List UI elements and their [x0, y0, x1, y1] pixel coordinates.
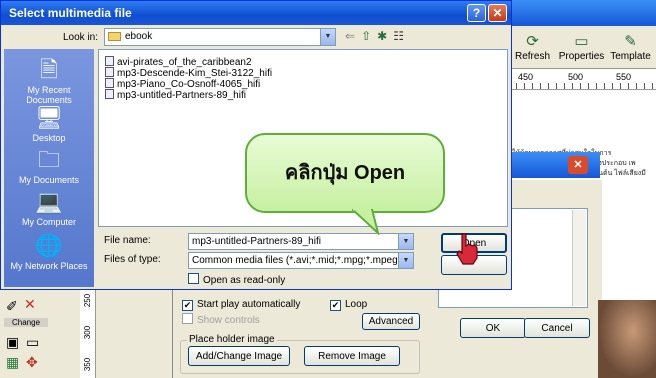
grid-icon[interactable]: ▦ — [6, 354, 19, 371]
file-name-field[interactable]: mp3-untitled-Partners-89_hifi ▼ — [188, 233, 414, 250]
properties-label: Properties — [558, 50, 605, 62]
chevron-down-icon[interactable]: ▼ — [398, 234, 413, 249]
files-of-type-select[interactable]: Common media files (*.avi;*.mid;*.mpg;*.… — [188, 252, 414, 269]
loop-label: Loop — [345, 299, 368, 310]
place-desktop[interactable]: 🖥 Desktop — [4, 105, 94, 143]
delete-icon[interactable]: ✕ — [24, 296, 36, 313]
up-folder-icon[interactable]: ⇧ — [361, 29, 371, 43]
ruler-mark: 300 — [83, 325, 93, 340]
readonly-checkbox[interactable] — [188, 273, 199, 284]
look-in-value: ebook — [125, 31, 153, 42]
network-places-icon: 🌐 — [35, 233, 63, 258]
palette-label: Change — [4, 318, 49, 327]
show-controls-checkbox[interactable] — [182, 313, 193, 324]
start-play-option[interactable]: ✔ Start play automatically — [182, 299, 300, 311]
template-icon: ✎ — [624, 32, 637, 50]
new-folder-icon[interactable]: ✱ — [377, 29, 387, 43]
place-label: My Network Places — [10, 261, 88, 271]
places-bar: 🗎 My Recent Documents 🖥 Desktop 🗀 My Docume… — [4, 49, 94, 287]
chevron-down-icon[interactable]: ▼ — [320, 29, 335, 45]
nav-toolbar: ⇐ ⇧ ✱ ☷ — [345, 29, 404, 43]
file-name: mp3-untitled-Partners-89_hifi — [117, 90, 246, 101]
close-icon[interactable]: ✕ — [488, 4, 507, 22]
horizontal-ruler: 450 500 550 — [508, 68, 656, 90]
ruler-mark: 500 — [568, 72, 584, 82]
line-icon[interactable]: ▭ — [26, 334, 39, 351]
advanced-button[interactable]: Advanced — [362, 313, 420, 330]
place-label: My Recent Documents — [26, 85, 72, 105]
media-file-icon — [105, 56, 114, 66]
views-icon[interactable]: ☷ — [393, 29, 404, 43]
my-computer-icon: 💻 — [35, 189, 63, 214]
place-label: My Documents — [18, 175, 80, 185]
shape-icon[interactable]: ▣ — [6, 334, 19, 351]
callout-tail — [352, 209, 380, 235]
my-documents-icon: 🗀 — [37, 147, 60, 172]
template-label: Template — [610, 50, 651, 62]
place-label: Desktop — [32, 133, 66, 143]
hand-cursor-icon — [456, 233, 478, 265]
refresh-label: Refresh — [514, 50, 550, 62]
back-icon[interactable]: ⇐ — [345, 29, 355, 43]
ruler-mark: 350 — [83, 357, 93, 372]
place-label: My Computer — [21, 217, 76, 227]
place-my-documents[interactable]: 🗀 My Documents — [4, 147, 94, 185]
show-controls-label: Show controls — [197, 315, 260, 326]
move-icon[interactable]: ✥ — [26, 354, 38, 371]
remove-image-button[interactable]: Remove Image — [304, 346, 400, 366]
vertical-ruler: 250 300 350 — [80, 288, 96, 378]
ok-button[interactable]: OK — [460, 318, 526, 338]
refresh-button[interactable]: ⟳ Refresh — [508, 26, 557, 68]
file-name-value: mp3-untitled-Partners-89_hifi — [192, 236, 321, 247]
files-of-type-value: Common media files (*.avi;*.mid;*.mpg;*.… — [192, 255, 408, 266]
ruler-mark: 450 — [518, 72, 534, 82]
template-button[interactable]: ✎ Template — [606, 26, 655, 68]
files-of-type-label: Files of type: — [104, 254, 161, 265]
help-icon[interactable]: ? — [467, 4, 486, 22]
open-readonly-option[interactable]: Open as read-only — [188, 273, 285, 286]
dialog-title: Select multimedia file — [1, 1, 511, 25]
media-list-scrollbar[interactable] — [572, 210, 586, 306]
hand-photo — [598, 300, 656, 378]
pen-icon[interactable]: ✐ — [6, 298, 18, 315]
properties-icon: ▭ — [574, 32, 589, 50]
list-item[interactable]: mp3-untitled-Partners-89_hifi — [105, 89, 246, 101]
loop-option[interactable]: ✔ Loop — [330, 299, 367, 311]
instruction-callout: คลิกปุ่ม Open — [245, 133, 445, 213]
desktop-icon: 🖥 — [35, 105, 63, 130]
tools-palette: ✐ ✕ Change ▣ ▭ ▦ ✥ — [0, 288, 80, 378]
properties-button[interactable]: ▭ Properties — [557, 26, 606, 68]
chevron-down-icon[interactable]: ▼ — [398, 253, 413, 268]
start-play-checkbox[interactable]: ✔ — [182, 300, 193, 311]
folder-icon — [108, 32, 121, 41]
ruler-mark: 550 — [616, 72, 632, 82]
media-file-icon — [105, 89, 114, 99]
show-controls-option[interactable]: Show controls — [182, 313, 260, 326]
place-network[interactable]: 🌐 My Network Places — [4, 233, 94, 271]
add-change-image-button[interactable]: Add/Change Image — [188, 346, 290, 366]
media-file-icon — [105, 67, 114, 77]
look-in-combo[interactable]: ebook ▼ — [104, 28, 336, 46]
start-play-label: Start play automatically — [197, 299, 301, 310]
media-file-icon — [105, 78, 114, 88]
app-toolbar: ⟳ Refresh ▭ Properties ✎ Template — [508, 26, 656, 68]
place-my-computer[interactable]: 💻 My Computer — [4, 189, 94, 227]
refresh-icon: ⟳ — [526, 32, 539, 50]
placeholder-group-title: Place holder image — [187, 334, 277, 345]
place-recent[interactable]: 🗎 My Recent Documents — [4, 57, 94, 105]
look-in-label: Look in: — [63, 32, 99, 43]
loop-checkbox[interactable]: ✔ — [330, 300, 341, 311]
media-cancel-button[interactable]: Cancel — [524, 318, 590, 338]
media-dialog-close-button[interactable]: ✕ — [568, 156, 588, 174]
ruler-mark: 250 — [83, 293, 93, 308]
readonly-label: Open as read-only — [203, 275, 286, 286]
recent-documents-icon: 🗎 — [40, 57, 58, 82]
file-name-label: File name: — [104, 235, 151, 246]
